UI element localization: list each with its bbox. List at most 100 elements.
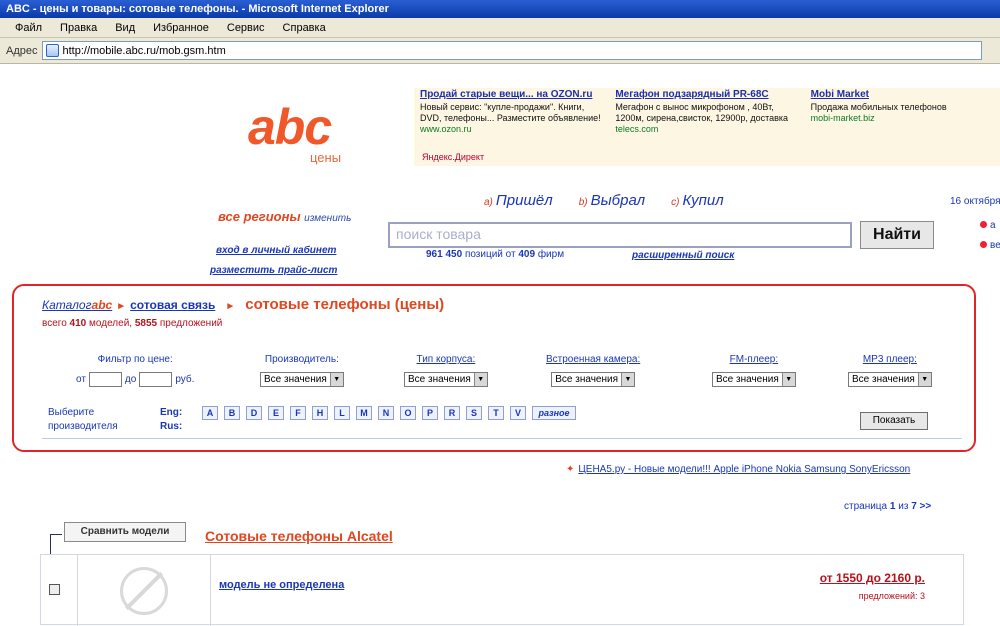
region-selector[interactable]: все регионы изменить [218, 209, 351, 224]
letter-button[interactable]: F [290, 406, 306, 420]
filter-label[interactable]: FM-плеер: [712, 354, 796, 365]
ad-title-link[interactable]: Продай старые вещи... на OZON.ru [420, 88, 603, 102]
filter-label[interactable]: Встроенная камера: [546, 354, 640, 365]
price-from-input[interactable] [88, 372, 122, 387]
fm-player-select[interactable]: Все значения ▼ [712, 372, 796, 387]
pager-total[interactable]: 7 [911, 501, 917, 512]
section-title[interactable]: Сотовые телефоны Alcatel [205, 528, 393, 544]
letter-button[interactable]: R [444, 406, 460, 420]
mp3-player-filter: MP3 плеер: Все значения ▼ [848, 354, 932, 387]
camera-select[interactable]: Все значения ▼ [551, 372, 635, 387]
price-currency: руб. [175, 374, 195, 385]
letter-button[interactable]: L [334, 406, 350, 420]
product-price-link[interactable]: от 1550 до 2160 р. [801, 571, 925, 585]
models-text: моделей, [89, 318, 133, 329]
ad-text: Мегафон с вынос микрофоном , 40Вт, 1200м… [615, 102, 789, 123]
letter-button[interactable]: T [488, 406, 504, 420]
search-input[interactable]: поиск товара [388, 222, 852, 248]
divider [42, 438, 962, 439]
menu-view[interactable]: Вид [108, 20, 142, 36]
ad-url[interactable]: telecs.com [615, 124, 798, 135]
step-came[interactable]: a) Пришёл [484, 192, 553, 209]
select-value: Все значения [716, 374, 779, 385]
address-field[interactable]: http://mobile.abc.ru/mob.gsm.htm [41, 41, 982, 60]
news-link-text: ЦЕНА5.ру - Новые модели!!! Apple iPhone … [578, 464, 911, 475]
step-bought[interactable]: c) Купил [671, 192, 724, 209]
positions-text: позиций от [464, 249, 516, 260]
step-chose[interactable]: b) Выбрал [579, 192, 645, 209]
step-num: b) [578, 197, 588, 208]
side-link-text: ве [990, 240, 1000, 251]
search-button[interactable]: Найти [860, 221, 934, 249]
menu-edit[interactable]: Правка [53, 20, 104, 36]
compare-checkbox[interactable] [49, 584, 60, 595]
select-value: Все значения [852, 374, 915, 385]
letter-button[interactable]: E [268, 406, 284, 420]
body-type-select[interactable]: Все значения ▼ [404, 372, 488, 387]
window-title: ABC - цены и товары: сотовые телефоны. -… [0, 0, 1000, 18]
arrow-right-icon: ► [116, 301, 127, 312]
ad-title-link[interactable]: Mobi Market [811, 88, 994, 102]
menu-tools[interactable]: Сервис [220, 20, 272, 36]
product-photo[interactable] [77, 555, 211, 626]
mp3-player-select[interactable]: Все значения ▼ [848, 372, 932, 387]
menu-help[interactable]: Справка [276, 20, 333, 36]
offers-count: 5855 [134, 318, 158, 329]
region-label: все регионы [218, 209, 301, 224]
totals: всего 410 моделей, 5855 предложений [42, 318, 222, 329]
manufacturer-select[interactable]: Все значения ▼ [260, 372, 344, 387]
ad-title-link[interactable]: Мегафон подзарядный PR-68C [615, 88, 798, 102]
breadcrumb-section[interactable]: сотовая связь [130, 298, 215, 312]
letter-button[interactable]: V [510, 406, 526, 420]
side-link[interactable]: а [980, 220, 996, 231]
filter-label[interactable]: Тип корпуса: [404, 354, 488, 365]
pricelist-link[interactable]: разместить прайс-лист [210, 265, 337, 276]
abc-logo[interactable]: abc цены [248, 102, 368, 172]
totals-prefix: всего [42, 318, 67, 329]
product-name-link[interactable]: модель не определена [219, 579, 344, 591]
letter-button[interactable]: H [312, 406, 328, 420]
page-title: сотовые телефоны (цены) [245, 296, 445, 313]
search-stats: 961 450 позиций от 409 фирм [426, 249, 564, 260]
filter-label[interactable]: MP3 плеер: [848, 354, 932, 365]
breadcrumb-catalog[interactable]: Каталогabc [42, 298, 112, 312]
letter-button[interactable]: P [422, 406, 438, 420]
letter-button[interactable]: S [466, 406, 482, 420]
letter-button[interactable]: D [246, 406, 262, 420]
product-offers: предложений: 3 [858, 591, 925, 601]
yandex-direct-link[interactable]: Яндекс.Директ [422, 152, 484, 162]
letter-button[interactable]: A [202, 406, 218, 420]
body-type-filter: Тип корпуса: Все значения ▼ [404, 354, 488, 387]
step-num: c) [671, 197, 680, 208]
fm-player-filter: FM-плеер: Все значения ▼ [712, 354, 796, 387]
side-link[interactable]: ве [980, 240, 1000, 251]
maker-label-line1: Выберите [48, 407, 95, 418]
news-link[interactable]: ✦ ЦЕНА5.ру - Новые модели!!! Apple iPhone… [566, 464, 910, 475]
letter-other-button[interactable]: разное [532, 406, 576, 420]
menu-favorites[interactable]: Избранное [146, 20, 216, 36]
compare-button[interactable]: Сравнить модели [64, 522, 186, 542]
step-label: Купил [682, 192, 724, 209]
ad-url[interactable]: mobi-market.biz [811, 113, 994, 124]
advanced-search-link[interactable]: расширенный поиск [632, 250, 734, 261]
step-num: a) [484, 197, 493, 208]
catalog-text: Каталог [42, 298, 92, 312]
letter-button[interactable]: B [224, 406, 240, 420]
show-button[interactable]: Показать [860, 412, 928, 430]
region-change-link[interactable]: изменить [304, 213, 351, 224]
price-to-input[interactable] [139, 372, 173, 387]
ad-url[interactable]: www.ozon.ru [420, 124, 603, 135]
menu-file[interactable]: Файл [8, 20, 49, 36]
side-link-text: а [990, 220, 996, 231]
lang-eng[interactable]: Eng: [160, 406, 182, 420]
address-bar: Адрес http://mobile.abc.ru/mob.gsm.htm [0, 38, 1000, 64]
firms-count: 409 [518, 249, 536, 260]
letter-button[interactable]: O [400, 406, 416, 420]
letter-button[interactable]: M [356, 406, 372, 420]
letter-button[interactable]: N [378, 406, 394, 420]
pager-next-button[interactable]: >> [920, 501, 932, 512]
cabinet-link[interactable]: вход в личный кабинет [216, 245, 336, 256]
lang-rus[interactable]: Rus: [160, 420, 182, 434]
firms-text: фирм [537, 249, 565, 260]
positions-count: 961 450 [426, 249, 463, 260]
